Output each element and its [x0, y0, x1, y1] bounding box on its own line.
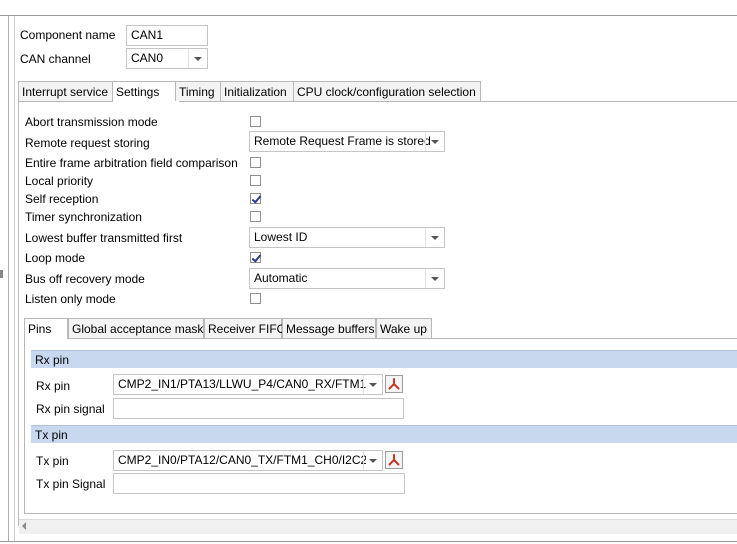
lowest-buffer-value: Lowest ID	[254, 230, 308, 244]
left-border	[8, 16, 9, 541]
rx-pin-value: CMP2_IN1/PTA13/LLWU_P4/CAN0_RX/FTM1_(	[118, 377, 366, 391]
rx-pin-section-title: Rx pin	[35, 353, 70, 367]
rx-pin-signal-label: Rx pin signal	[36, 402, 105, 416]
loop-mode-label: Loop mode	[25, 251, 86, 265]
rx-pin-label: Rx pin	[36, 379, 71, 393]
sub-tab-bar: Pins Global acceptance mask Receiver FIF…	[24, 318, 737, 339]
tx-pin-section-title: Tx pin	[35, 428, 68, 442]
scroll-left-arrow-icon[interactable]	[22, 522, 26, 530]
tab-global-acceptance-mask[interactable]: Global acceptance mask	[68, 318, 204, 338]
tab-cpu-clock[interactable]: CPU clock/configuration selection	[293, 81, 481, 101]
local-priority-label: Local priority	[25, 174, 94, 188]
bus-off-combo[interactable]: Automatic	[249, 268, 445, 289]
tx-pin-combo[interactable]: CMP2_IN0/PTA12/CAN0_TX/FTM1_CH0/I2C2_!	[113, 450, 383, 471]
arbitration-checkbox[interactable]	[250, 157, 261, 168]
component-name-label: Component name	[20, 28, 116, 42]
tab-settings[interactable]: Settings	[112, 81, 180, 102]
tx-pin-signal-field[interactable]	[113, 473, 405, 494]
listen-only-label: Listen only mode	[25, 292, 116, 306]
rx-pin-signal-field[interactable]	[113, 398, 404, 419]
remote-request-combo[interactable]: Remote Request Frame is stored	[249, 131, 445, 152]
timer-sync-label: Timer synchronization	[25, 210, 142, 224]
abort-transmission-checkbox[interactable]	[250, 116, 261, 127]
pin-assign-icon	[388, 454, 400, 466]
bus-off-value: Automatic	[254, 271, 308, 285]
tab-pins[interactable]: Pins	[24, 318, 68, 339]
timer-sync-checkbox[interactable]	[250, 211, 261, 222]
tx-pin-section-header: Tx pin	[31, 425, 737, 443]
tx-pin-signal-label: Tx pin Signal	[36, 477, 106, 491]
chevron-down-icon[interactable]	[363, 375, 382, 394]
tx-pin-assign-button[interactable]	[385, 451, 403, 469]
chevron-down-icon[interactable]	[425, 132, 444, 151]
remote-request-label: Remote request storing	[25, 136, 150, 150]
chevron-down-icon[interactable]	[425, 269, 444, 288]
chevron-down-icon[interactable]	[188, 49, 207, 68]
lowest-buffer-combo[interactable]: Lowest ID	[249, 227, 445, 248]
tab-timing[interactable]: Timing	[175, 81, 221, 101]
lowest-buffer-label: Lowest buffer transmitted first	[25, 231, 183, 245]
rx-pin-assign-button[interactable]	[385, 375, 403, 393]
tab-message-buffers[interactable]: Message buffers	[282, 318, 376, 338]
pins-panel-bottom	[24, 513, 737, 514]
tx-pin-value: CMP2_IN0/PTA12/CAN0_TX/FTM1_CH0/I2C2_!	[118, 453, 366, 467]
tab-receiver-fifo[interactable]: Receiver FIFO	[204, 318, 286, 338]
tab-interrupt-service[interactable]: Interrupt service	[18, 81, 113, 101]
horizontal-scrollbar[interactable]	[19, 519, 737, 534]
rx-pin-combo[interactable]: CMP2_IN1/PTA13/LLWU_P4/CAN0_RX/FTM1_(	[113, 374, 383, 395]
loop-mode-checkbox[interactable]	[250, 252, 261, 263]
self-reception-checkbox[interactable]	[250, 193, 261, 204]
main-tab-bar: Interrupt service Settings Timing Initia…	[18, 81, 737, 102]
bottom-border	[0, 541, 737, 542]
listen-only-checkbox[interactable]	[250, 293, 261, 304]
can-channel-label: CAN channel	[20, 52, 91, 66]
chevron-down-icon[interactable]	[425, 228, 444, 247]
remote-request-value: Remote Request Frame is stored	[254, 134, 431, 148]
settings-panel-border	[18, 101, 19, 526]
local-priority-checkbox[interactable]	[250, 175, 261, 186]
self-reception-label: Self reception	[25, 192, 99, 206]
tab-wake-up[interactable]: Wake up	[376, 318, 432, 338]
can-channel-combo[interactable]: CAN0	[126, 48, 208, 69]
abort-transmission-label: Abort transmission mode	[25, 115, 158, 129]
chevron-down-icon[interactable]	[363, 451, 382, 470]
pins-panel-border	[24, 338, 25, 514]
pin-assign-icon	[388, 378, 400, 390]
can-channel-value: CAN0	[131, 51, 164, 65]
tab-initialization[interactable]: Initialization	[220, 81, 294, 101]
top-border	[0, 15, 737, 16]
tx-pin-label: Tx pin	[36, 454, 69, 468]
left-splitter-marker[interactable]	[0, 270, 3, 278]
component-name-field[interactable]: CAN1	[126, 25, 208, 46]
inner-left-border	[14, 16, 15, 541]
rx-pin-section-header: Rx pin	[31, 350, 737, 368]
arbitration-label: Entire frame arbitration field compariso…	[25, 156, 238, 170]
bus-off-label: Bus off recovery mode	[25, 272, 145, 286]
